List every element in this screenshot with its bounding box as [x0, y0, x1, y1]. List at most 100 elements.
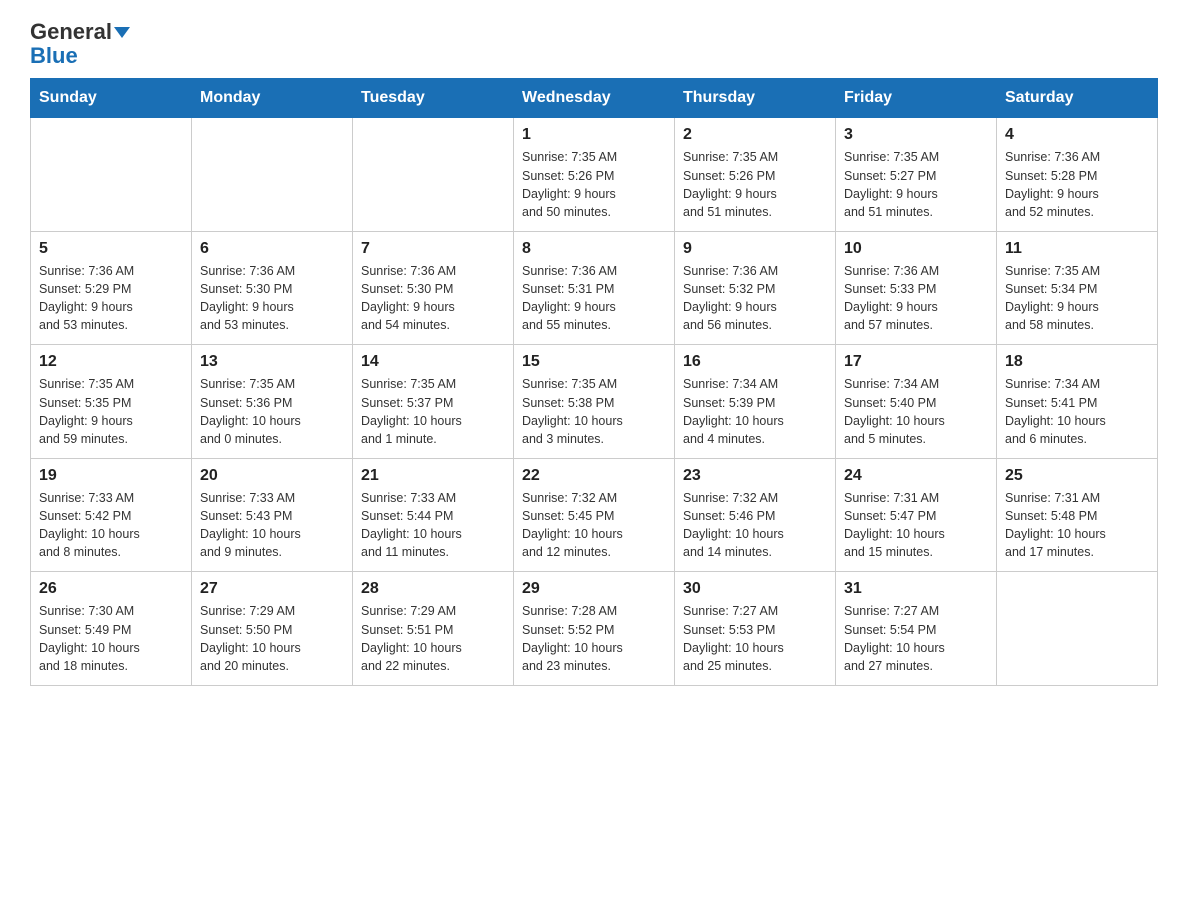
day-number: 24 [844, 467, 988, 485]
day-number: 21 [361, 467, 505, 485]
day-number: 6 [200, 240, 344, 258]
day-info: Sunrise: 7:35 AM Sunset: 5:34 PM Dayligh… [1005, 262, 1149, 335]
calendar-cell: 6 Sunrise: 7:36 AM Sunset: 5:30 PM Daylig… [192, 231, 353, 345]
day-number: 16 [683, 353, 827, 371]
calendar-cell: 14 Sunrise: 7:35 AM Sunset: 5:37 PM Dayli… [353, 345, 514, 459]
calendar-cell: 15 Sunrise: 7:35 AM Sunset: 5:38 PM Dayli… [514, 345, 675, 459]
calendar-cell: 5 Sunrise: 7:36 AM Sunset: 5:29 PM Daylig… [31, 231, 192, 345]
day-info: Sunrise: 7:31 AM Sunset: 5:48 PM Dayligh… [1005, 489, 1149, 562]
calendar-cell: 11 Sunrise: 7:35 AM Sunset: 5:34 PM Dayli… [997, 231, 1158, 345]
week-row-1: 1 Sunrise: 7:35 AM Sunset: 5:26 PM Daylig… [31, 118, 1158, 232]
day-info: Sunrise: 7:29 AM Sunset: 5:51 PM Dayligh… [361, 602, 505, 675]
day-info: Sunrise: 7:27 AM Sunset: 5:54 PM Dayligh… [844, 602, 988, 675]
day-info: Sunrise: 7:36 AM Sunset: 5:28 PM Dayligh… [1005, 148, 1149, 221]
week-row-5: 26 Sunrise: 7:30 AM Sunset: 5:49 PM Dayli… [31, 572, 1158, 686]
logo-blue: Blue [30, 43, 78, 68]
day-number: 23 [683, 467, 827, 485]
day-number: 7 [361, 240, 505, 258]
day-number: 30 [683, 580, 827, 598]
calendar-cell: 20Sunrise: 7:33 AM Sunset: 5:43 PM Dayli… [192, 458, 353, 572]
day-number: 2 [683, 126, 827, 144]
calendar-cell: 24 Sunrise: 7:31 AM Sunset: 5:47 PM Dayli… [836, 458, 997, 572]
calendar-cell: 30 Sunrise: 7:27 AM Sunset: 5:53 PM Dayli… [675, 572, 836, 686]
day-number: 1 [522, 126, 666, 144]
day-number: 14 [361, 353, 505, 371]
calendar-cell: 7 Sunrise: 7:36 AM Sunset: 5:30 PM Daylig… [353, 231, 514, 345]
day-number: 5 [39, 240, 183, 258]
day-header-sunday: Sunday [31, 79, 192, 118]
day-number: 26 [39, 580, 183, 598]
day-info: Sunrise: 7:29 AM Sunset: 5:50 PM Dayligh… [200, 602, 344, 675]
week-row-2: 5 Sunrise: 7:36 AM Sunset: 5:29 PM Daylig… [31, 231, 1158, 345]
day-info: Sunrise: 7:35 AM Sunset: 5:38 PM Dayligh… [522, 375, 666, 448]
calendar-cell: 28 Sunrise: 7:29 AM Sunset: 5:51 PM Dayli… [353, 572, 514, 686]
day-info: Sunrise: 7:36 AM Sunset: 5:30 PM Dayligh… [361, 262, 505, 335]
logo-arrow-icon [114, 27, 130, 38]
day-number: 31 [844, 580, 988, 598]
week-row-4: 19Sunrise: 7:33 AM Sunset: 5:42 PM Dayli… [31, 458, 1158, 572]
day-info: Sunrise: 7:36 AM Sunset: 5:33 PM Dayligh… [844, 262, 988, 335]
calendar-table: SundayMondayTuesdayWednesdayThursdayFrid… [30, 78, 1158, 686]
day-number: 8 [522, 240, 666, 258]
day-number: 18 [1005, 353, 1149, 371]
day-number: 17 [844, 353, 988, 371]
day-info: Sunrise: 7:35 AM Sunset: 5:35 PM Dayligh… [39, 375, 183, 448]
calendar-cell [192, 118, 353, 232]
calendar-cell: 9Sunrise: 7:36 AM Sunset: 5:32 PM Daylig… [675, 231, 836, 345]
calendar-cell: 10Sunrise: 7:36 AM Sunset: 5:33 PM Dayli… [836, 231, 997, 345]
day-number: 20 [200, 467, 344, 485]
day-info: Sunrise: 7:36 AM Sunset: 5:31 PM Dayligh… [522, 262, 666, 335]
day-info: Sunrise: 7:31 AM Sunset: 5:47 PM Dayligh… [844, 489, 988, 562]
day-number: 13 [200, 353, 344, 371]
calendar-cell: 3Sunrise: 7:35 AM Sunset: 5:27 PM Daylig… [836, 118, 997, 232]
calendar-cell: 8 Sunrise: 7:36 AM Sunset: 5:31 PM Daylig… [514, 231, 675, 345]
calendar-cell: 13 Sunrise: 7:35 AM Sunset: 5:36 PM Dayli… [192, 345, 353, 459]
day-header-friday: Friday [836, 79, 997, 118]
calendar-cell: 17 Sunrise: 7:34 AM Sunset: 5:40 PM Dayli… [836, 345, 997, 459]
day-number: 25 [1005, 467, 1149, 485]
day-info: Sunrise: 7:35 AM Sunset: 5:26 PM Dayligh… [522, 148, 666, 221]
day-info: Sunrise: 7:35 AM Sunset: 5:36 PM Dayligh… [200, 375, 344, 448]
calendar-cell: 1 Sunrise: 7:35 AM Sunset: 5:26 PM Daylig… [514, 118, 675, 232]
day-info: Sunrise: 7:36 AM Sunset: 5:29 PM Dayligh… [39, 262, 183, 335]
calendar-cell: 26 Sunrise: 7:30 AM Sunset: 5:49 PM Dayli… [31, 572, 192, 686]
day-info: Sunrise: 7:28 AM Sunset: 5:52 PM Dayligh… [522, 602, 666, 675]
day-info: Sunrise: 7:34 AM Sunset: 5:39 PM Dayligh… [683, 375, 827, 448]
day-number: 28 [361, 580, 505, 598]
calendar-cell: 16 Sunrise: 7:34 AM Sunset: 5:39 PM Dayli… [675, 345, 836, 459]
day-info: Sunrise: 7:30 AM Sunset: 5:49 PM Dayligh… [39, 602, 183, 675]
day-number: 22 [522, 467, 666, 485]
day-number: 29 [522, 580, 666, 598]
day-info: Sunrise: 7:35 AM Sunset: 5:26 PM Dayligh… [683, 148, 827, 221]
calendar-cell [353, 118, 514, 232]
day-info: Sunrise: 7:34 AM Sunset: 5:40 PM Dayligh… [844, 375, 988, 448]
day-header-tuesday: Tuesday [353, 79, 514, 118]
day-number: 11 [1005, 240, 1149, 258]
day-number: 4 [1005, 126, 1149, 144]
calendar-cell: 29 Sunrise: 7:28 AM Sunset: 5:52 PM Dayli… [514, 572, 675, 686]
day-number: 3 [844, 126, 988, 144]
day-info: Sunrise: 7:35 AM Sunset: 5:37 PM Dayligh… [361, 375, 505, 448]
day-info: Sunrise: 7:32 AM Sunset: 5:45 PM Dayligh… [522, 489, 666, 562]
calendar-cell [31, 118, 192, 232]
day-info: Sunrise: 7:36 AM Sunset: 5:30 PM Dayligh… [200, 262, 344, 335]
day-header-saturday: Saturday [997, 79, 1158, 118]
calendar-cell: 2 Sunrise: 7:35 AM Sunset: 5:26 PM Daylig… [675, 118, 836, 232]
page-header: GeneralBlue [30, 20, 1158, 68]
day-number: 27 [200, 580, 344, 598]
day-info: Sunrise: 7:32 AM Sunset: 5:46 PM Dayligh… [683, 489, 827, 562]
day-number: 12 [39, 353, 183, 371]
day-info: Sunrise: 7:34 AM Sunset: 5:41 PM Dayligh… [1005, 375, 1149, 448]
calendar-header: SundayMondayTuesdayWednesdayThursdayFrid… [31, 79, 1158, 118]
calendar-cell: 21Sunrise: 7:33 AM Sunset: 5:44 PM Dayli… [353, 458, 514, 572]
calendar-cell: 19Sunrise: 7:33 AM Sunset: 5:42 PM Dayli… [31, 458, 192, 572]
week-row-3: 12 Sunrise: 7:35 AM Sunset: 5:35 PM Dayli… [31, 345, 1158, 459]
header-row: SundayMondayTuesdayWednesdayThursdayFrid… [31, 79, 1158, 118]
day-header-thursday: Thursday [675, 79, 836, 118]
day-header-monday: Monday [192, 79, 353, 118]
logo-text: GeneralBlue [30, 20, 130, 68]
calendar-cell: 4 Sunrise: 7:36 AM Sunset: 5:28 PM Daylig… [997, 118, 1158, 232]
day-info: Sunrise: 7:27 AM Sunset: 5:53 PM Dayligh… [683, 602, 827, 675]
day-header-wednesday: Wednesday [514, 79, 675, 118]
day-number: 15 [522, 353, 666, 371]
